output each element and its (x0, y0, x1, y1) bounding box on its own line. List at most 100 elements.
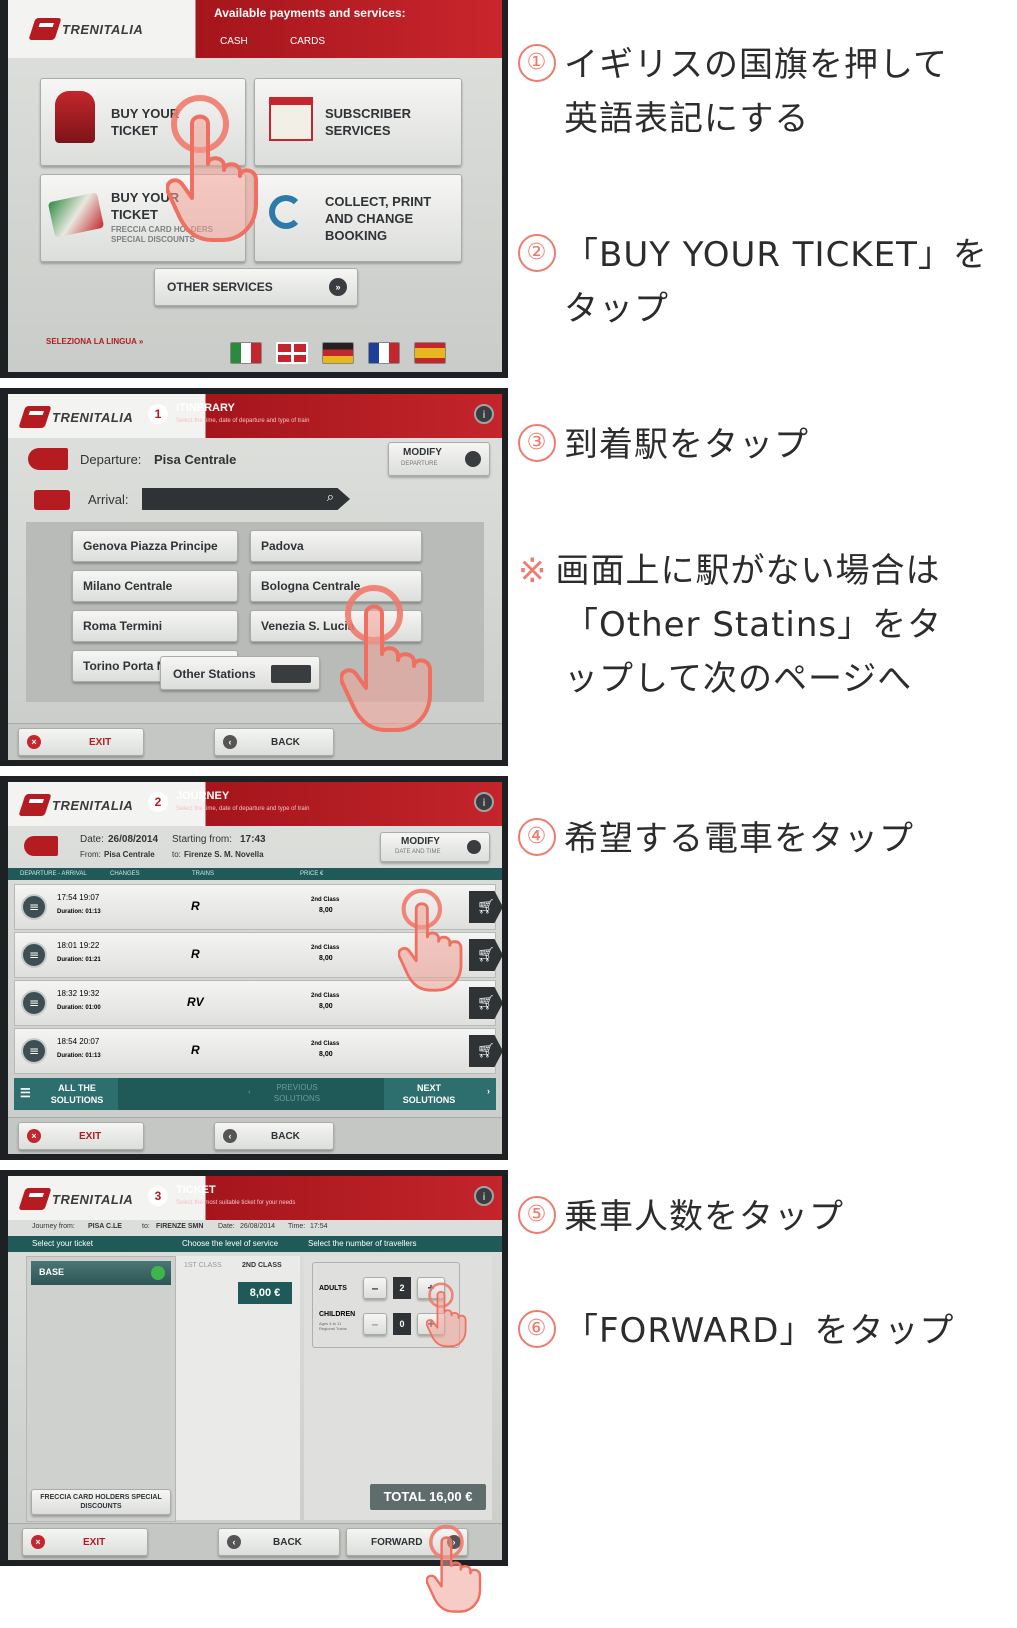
step-number-badge: ② (518, 233, 556, 272)
exit-button[interactable]: × EXIT (18, 1122, 144, 1150)
arrival-input[interactable]: ⌕ (142, 488, 350, 510)
flag-spain-icon[interactable] (414, 342, 446, 364)
info-icon[interactable]: i (474, 1186, 494, 1206)
to-value: Firenze S. M. Novella (184, 850, 264, 859)
subscriber-services-button[interactable]: SUBSCRIBER SERVICES (254, 78, 462, 166)
station-button[interactable]: Roma Termini (72, 610, 238, 642)
calendar-icon (269, 97, 313, 141)
forward-button[interactable]: FORWARD › (346, 1528, 468, 1556)
freccia-sub-label: FRECCIA CARD HOLDERS SPECIAL DISCOUNTS (111, 225, 213, 244)
annotation-text: 「FORWARD」をタップ (564, 1311, 955, 1351)
cart-icon[interactable]: 🛒︎ (469, 1035, 502, 1067)
train-type: RV (187, 995, 204, 1009)
buy-ticket-button[interactable]: BUY YOUR TICKET (40, 78, 246, 166)
cart-icon[interactable]: 🛒︎ (469, 891, 502, 923)
adults-minus-button[interactable]: – (363, 1277, 387, 1299)
modify-departure-button[interactable]: MODIFY DEPARTURE (388, 442, 490, 476)
starting-label: Starting from: (172, 834, 233, 845)
station-button[interactable]: Genova Piazza Principe (72, 530, 238, 562)
station-button[interactable]: Bologna Centrale (250, 570, 422, 602)
step-number: 2 (148, 792, 168, 812)
itinerary-bottom-bar: × EXIT ‹ BACK (8, 723, 502, 760)
flag-uk-icon[interactable] (276, 342, 308, 364)
details-icon[interactable]: ≡ (21, 990, 47, 1016)
table-row[interactable]: ≡ 18:54 20:07 Duration: 01:13 R 2nd Clas… (14, 1028, 502, 1074)
note-mark: ※ (518, 551, 548, 591)
location-pin-icon (465, 451, 481, 467)
exit-label: EXIT (83, 1537, 106, 1548)
trenitalia-logo-icon (18, 406, 52, 428)
to-label: to: (142, 1223, 150, 1230)
children-plus-button[interactable]: + (417, 1313, 445, 1335)
trenitalia-logo: TRENITALIA (18, 790, 133, 820)
children-count: 0 (393, 1313, 411, 1335)
other-services-button[interactable]: OTHER SERVICES » (154, 268, 358, 306)
back-label: BACK (271, 1131, 300, 1142)
table-row[interactable]: ≡ 18:32 19:32 Duration: 01:00 RV 2nd Cla… (14, 980, 502, 1026)
step-number-badge: ④ (518, 817, 556, 856)
exit-button[interactable]: × EXIT (22, 1528, 148, 1556)
back-icon: ‹ (227, 1535, 241, 1549)
step-title: ITINERARY (176, 402, 235, 414)
info-icon[interactable]: i (474, 792, 494, 812)
starting-value: 17:43 (240, 834, 266, 845)
table-row[interactable]: ≡ 17:54 19:07 Duration: 01:13 R 2nd Clas… (14, 884, 502, 930)
modify-date-time-button[interactable]: MODIFY DATE AND TIME (380, 832, 490, 862)
step-number-badge: ⑤ (518, 1195, 556, 1234)
departure-value: Pisa Centrale (154, 452, 237, 467)
annotation-text: 到着駅をタップ (564, 425, 809, 465)
arrival-train-icon (34, 490, 70, 510)
step-number: 3 (148, 1186, 168, 1206)
arrival-label: Arrival: (88, 492, 129, 507)
screen-itinerary: TRENITALIA 1 ITINERARY Select the time, … (0, 388, 508, 766)
exit-button[interactable]: × EXIT (18, 728, 144, 756)
adults-plus-button[interactable]: + (417, 1277, 445, 1299)
details-icon[interactable]: ≡ (21, 1038, 47, 1064)
back-button[interactable]: ‹ BACK (214, 1122, 334, 1150)
train-type: R (191, 1043, 200, 1057)
departure-label: Departure: (80, 452, 142, 467)
duration: Duration: 01:13 (57, 1053, 101, 1059)
refresh-arrow-icon (269, 195, 303, 229)
details-icon[interactable]: ≡ (21, 942, 47, 968)
station-button[interactable]: Padova (250, 530, 422, 562)
logo-text: TRENITALIA (52, 409, 134, 425)
modify-label: MODIFY (401, 836, 440, 847)
info-icon[interactable]: i (474, 404, 494, 424)
next-solutions-button[interactable]: NEXT SOLUTIONS › (384, 1078, 496, 1110)
station-button[interactable]: Venezia S. Lucia (250, 610, 422, 642)
journey-summary: Date: 26/08/2014 Starting from: 17:43 Fr… (8, 828, 502, 868)
services-title: Available payments and services: (214, 6, 406, 20)
flag-italy-icon[interactable] (230, 342, 262, 364)
collect-label: COLLECT, PRINT AND CHANGE BOOKING (325, 194, 432, 243)
buy-ticket-freccia-button[interactable]: BUY YOUR TICKET FRECCIA CARD HOLDERS SPE… (40, 174, 246, 262)
flag-france-icon[interactable] (368, 342, 400, 364)
col-departure: DEPARTURE - ARRIVAL (20, 871, 87, 877)
select-ticket-label: Select your ticket (32, 1239, 93, 1248)
exit-label: EXIT (79, 1131, 102, 1142)
back-button[interactable]: ‹ BACK (218, 1528, 340, 1556)
cart-icon[interactable]: 🛒︎ (469, 987, 502, 1019)
first-class-tab[interactable]: 1ST CLASS (184, 1262, 222, 1269)
price: 8,00 (319, 1003, 333, 1010)
base-ticket-option[interactable]: BASE (31, 1261, 171, 1285)
previous-solutions-button[interactable]: ‹ PREVIOUS SOLUTIONS (242, 1078, 346, 1110)
col-price: PRICE € (300, 871, 324, 877)
annotation-text: 乗車人数をタップ (564, 1197, 844, 1237)
freccia-discounts-button[interactable]: FRECCIA CARD HOLDERS SPECIAL DISCOUNTS (31, 1489, 171, 1515)
cart-icon[interactable]: 🛒︎ (469, 939, 502, 971)
children-minus-button[interactable]: – (363, 1313, 387, 1335)
annotation-text: 画面上に駅がない場合は (555, 551, 941, 591)
collect-print-change-button[interactable]: COLLECT, PRINT AND CHANGE BOOKING (254, 174, 462, 262)
back-button[interactable]: ‹ BACK (214, 728, 334, 756)
flag-germany-icon[interactable] (322, 342, 354, 364)
buy-ticket-freccia-label: BUY YOUR TICKET (111, 190, 180, 222)
second-class-tab[interactable]: 2ND CLASS (242, 1262, 282, 1269)
details-icon[interactable]: ≡ (21, 894, 47, 920)
station-button[interactable]: Milano Centrale (72, 570, 238, 602)
itinerary-header: TRENITALIA 1 ITINERARY Select the time, … (8, 394, 502, 438)
all-solutions-button[interactable]: ☰ ALL THE SOLUTIONS (14, 1078, 118, 1110)
other-stations-button[interactable]: Other Stations (160, 656, 320, 690)
table-row[interactable]: ≡ 18:01 19:22 Duration: 01:21 R 2nd Clas… (14, 932, 502, 978)
adults-count: 2 (393, 1277, 411, 1299)
